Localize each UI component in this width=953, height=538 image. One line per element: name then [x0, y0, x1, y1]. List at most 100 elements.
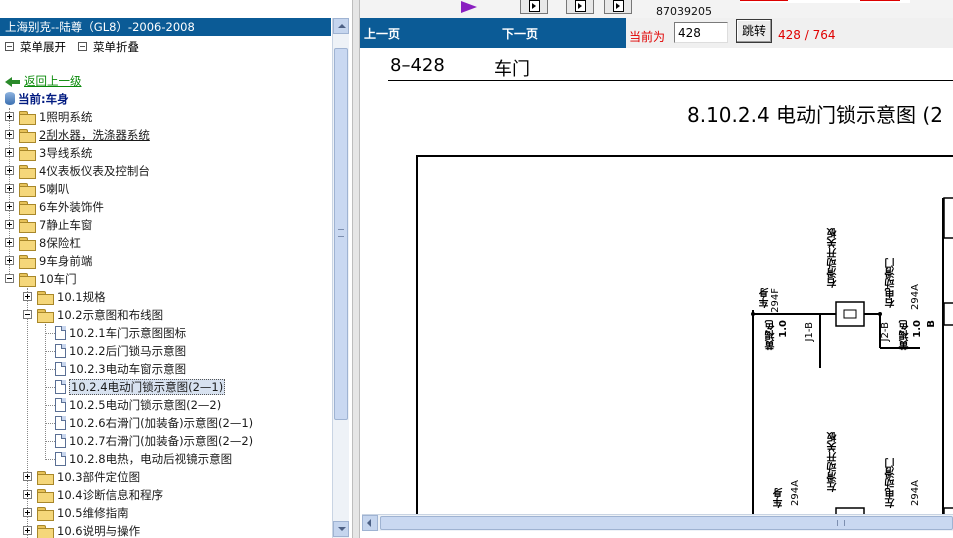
expand-node-icon[interactable]: [5, 130, 14, 139]
label-circuit-4: 294A: [910, 480, 921, 506]
strip-red-line-2: [860, 0, 900, 1]
tree-item-label[interactable]: 10.3部件定位图: [57, 468, 140, 486]
tree-scrollbar[interactable]: [332, 18, 349, 538]
expand-node-icon[interactable]: [5, 202, 14, 211]
page-number-input[interactable]: [674, 22, 728, 43]
horizontal-scrollbar-thumb[interactable]: [380, 516, 953, 530]
back-link[interactable]: 返回上一级: [24, 74, 82, 88]
document-icon: [55, 380, 66, 394]
collapse-node-icon[interactable]: [5, 274, 14, 283]
strip-number: 87039205: [656, 5, 712, 18]
expand-node-icon[interactable]: [23, 526, 32, 535]
tree-item-label[interactable]: 8保险杠: [39, 234, 81, 252]
tree-folder-item[interactable]: 9车身前端: [0, 252, 330, 270]
tree-folder-item[interactable]: 10.1规格: [0, 288, 330, 306]
scroll-left-button[interactable]: [362, 515, 378, 531]
label-circuit-3: 294A: [790, 480, 801, 506]
tree-folder-item[interactable]: 4仪表板仪表及控制台: [0, 162, 330, 180]
label-gauge-1: 1.0: [778, 320, 789, 338]
scrollbar-track[interactable]: [362, 514, 953, 531]
tree-folder-item[interactable]: 1照明系统: [0, 108, 330, 126]
tree-item-label[interactable]: 5喇叭: [39, 180, 69, 198]
tree-folder-item[interactable]: 5喇叭: [0, 180, 330, 198]
tree-folder-item[interactable]: 10车门: [0, 270, 330, 288]
tree-leaf-item[interactable]: 10.2.2后门锁马示意图: [0, 342, 330, 360]
tree-leaf-item[interactable]: 10.2.6右滑门(加装备)示意图(2—1): [0, 414, 330, 432]
expand-node-icon[interactable]: [5, 148, 14, 157]
tree-folder-item[interactable]: 6车外装饰件: [0, 198, 330, 216]
expand-node-icon[interactable]: [23, 472, 32, 481]
toolbar-button-2[interactable]: [566, 0, 594, 14]
tree-folder-item[interactable]: 3导线系统: [0, 144, 330, 162]
horizontal-scrollbar[interactable]: [360, 514, 953, 538]
tree-item-label[interactable]: 10.2.2后门锁马示意图: [69, 342, 186, 360]
tree-item-label[interactable]: 10.2.6右滑门(加装备)示意图(2—1): [69, 414, 253, 432]
previous-page-link[interactable]: 上一页: [364, 25, 400, 42]
document-icon: [55, 362, 66, 376]
scroll-up-button[interactable]: [333, 18, 349, 34]
tree-item-label[interactable]: 10.4诊断信息和程序: [57, 486, 163, 504]
tree-leaf-item[interactable]: 10.2.1车门示意图图标: [0, 324, 330, 342]
tree-folder-item[interactable]: 2刮水器，洗涤器系统: [0, 126, 330, 144]
collapse-node-icon[interactable]: [23, 310, 32, 319]
tree-folder-item[interactable]: 10.5维修指南: [0, 504, 330, 522]
back-row[interactable]: 返回上一级: [5, 73, 82, 89]
tree-leaf-item[interactable]: 10.2.7右滑门(加装备)示意图(2—2): [0, 432, 330, 450]
tree-folder-item[interactable]: 10.6说明与操作: [0, 522, 330, 538]
tree-leaf-item[interactable]: 10.2.8电热，电动后视镜示意图: [0, 450, 330, 468]
expand-node-icon[interactable]: [5, 166, 14, 175]
toolbar-button-1[interactable]: [520, 0, 548, 14]
tree-folder-item[interactable]: 10.3部件定位图: [0, 468, 330, 486]
tree-item-label[interactable]: 10.6说明与操作: [57, 522, 140, 538]
tree-item-label[interactable]: 3导线系统: [39, 144, 92, 162]
tree-item-label[interactable]: 9车身前端: [39, 252, 92, 270]
document-icon: [55, 434, 66, 448]
expand-node-icon[interactable]: [23, 490, 32, 499]
scroll-down-button[interactable]: [333, 521, 349, 537]
tree-item-label[interactable]: 10.2.5电动门锁示意图(2—2): [69, 396, 221, 414]
tree-item-label[interactable]: 10车门: [39, 270, 77, 288]
play-icon[interactable]: [461, 1, 477, 13]
tree-item-label[interactable]: 6车外装饰件: [39, 198, 104, 216]
panel-splitter[interactable]: [352, 0, 360, 538]
expand-node-icon[interactable]: [23, 508, 32, 517]
tree-item-label[interactable]: 10.2示意图和布线图: [57, 306, 163, 324]
tree-item-label[interactable]: 10.2.8电热，电动后视镜示意图: [69, 450, 232, 468]
expand-node-icon[interactable]: [5, 238, 14, 247]
tree-item-label[interactable]: 10.2.3电动车窗示意图: [69, 360, 186, 378]
tree-folder-item[interactable]: 10.4诊断信息和程序: [0, 486, 330, 504]
tree-item-label[interactable]: 1照明系统: [39, 108, 92, 126]
expand-node-icon[interactable]: [5, 184, 14, 193]
label-circuit-2: 294A: [910, 284, 921, 310]
tree-folder-item[interactable]: 10.2示意图和布线图: [0, 306, 330, 324]
tree-item-label[interactable]: 2刮水器，洗涤器系统: [39, 126, 150, 144]
tree-leaf-item[interactable]: 10.2.4电动门锁示意图(2—1): [0, 378, 330, 396]
expand-node-icon[interactable]: [5, 220, 14, 229]
toolbar-button-3[interactable]: [604, 0, 632, 14]
tree-leaf-item[interactable]: 10.2.3电动车窗示意图: [0, 360, 330, 378]
collapse-icon: [78, 42, 87, 51]
tree-item-label[interactable]: 10.5维修指南: [57, 504, 129, 522]
expand-all-menu[interactable]: 菜单展开: [5, 39, 66, 55]
tree-item-label[interactable]: 10.2.1车门示意图图标: [69, 324, 186, 342]
tree-item-label[interactable]: 7静止车窗: [39, 216, 92, 234]
open-folder-icon: [19, 273, 36, 287]
expand-node-icon[interactable]: [5, 112, 14, 121]
strip-red-line: [740, 0, 788, 1]
tree-folder-item[interactable]: 8保险杠: [0, 234, 330, 252]
next-page-link[interactable]: 下一页: [502, 25, 538, 42]
scrollbar-thumb[interactable]: [334, 48, 348, 420]
jump-button[interactable]: 跳转: [736, 19, 772, 43]
tree-branch-line: [45, 387, 55, 388]
tree-item-label[interactable]: 4仪表板仪表及控制台: [39, 162, 150, 180]
folder-icon: [37, 525, 54, 538]
tree-folder-item[interactable]: 7静止车窗: [0, 216, 330, 234]
tree-leaf-item[interactable]: 10.2.5电动门锁示意图(2—2): [0, 396, 330, 414]
tree-item-label[interactable]: 10.2.4电动门锁示意图(2—1): [69, 379, 226, 395]
collapse-all-menu[interactable]: 菜单折叠: [78, 39, 139, 55]
expand-node-icon[interactable]: [5, 256, 14, 265]
expand-node-icon[interactable]: [23, 292, 32, 301]
connector-3: [943, 302, 953, 326]
tree-item-label[interactable]: 10.2.7右滑门(加装备)示意图(2—2): [69, 432, 253, 450]
tree-item-label[interactable]: 10.1规格: [57, 288, 106, 306]
